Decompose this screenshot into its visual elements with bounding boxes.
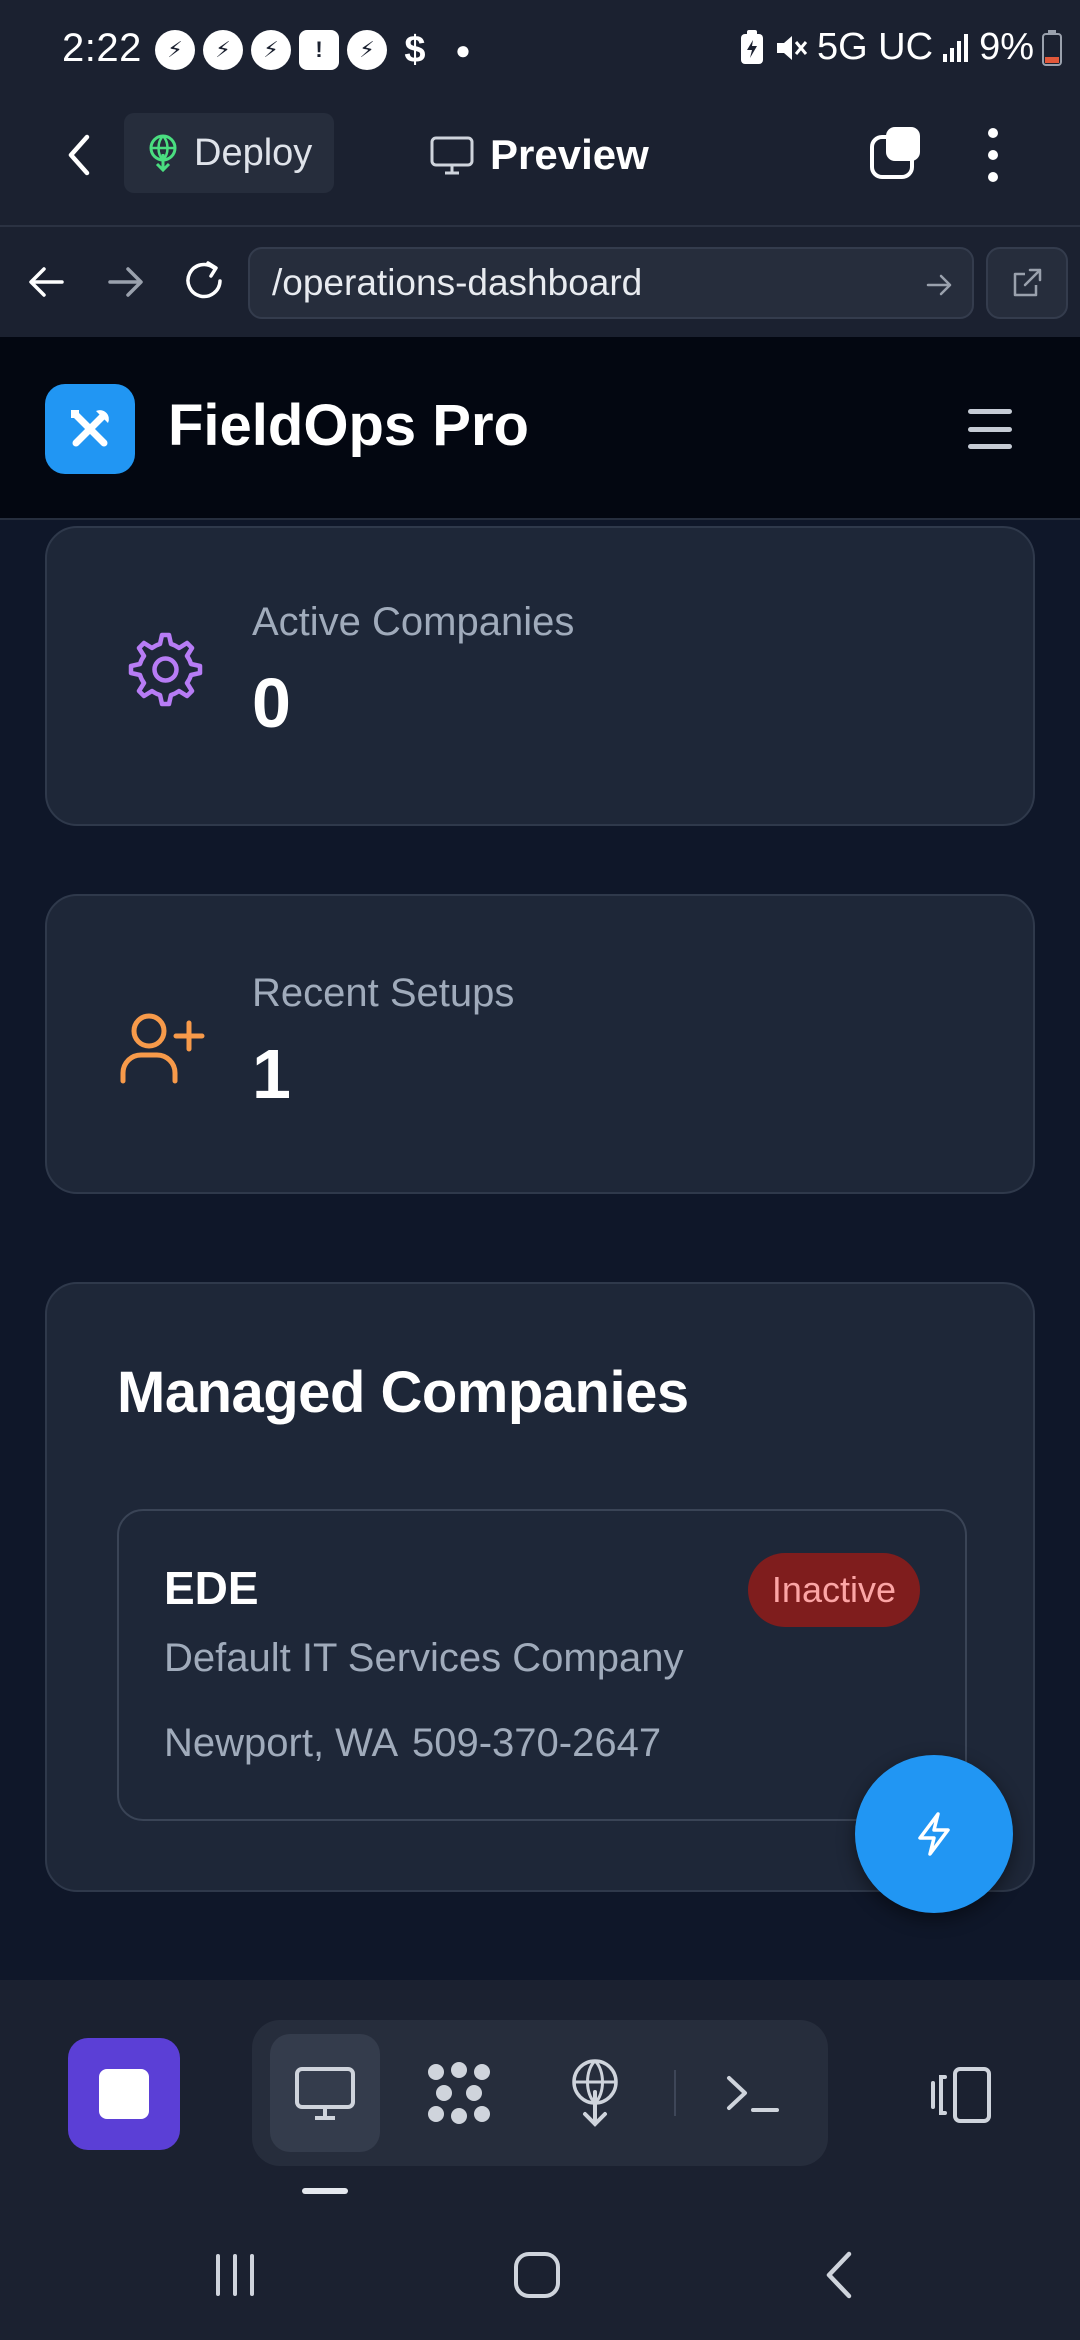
recent-apps-icon [216, 2254, 254, 2296]
grid-dots-icon [428, 2062, 490, 2124]
deploy-button[interactable]: Deploy [124, 113, 334, 193]
system-nav-bar [0, 2200, 1080, 2340]
gear-icon [117, 623, 207, 713]
company-location: Newport, WA [164, 1721, 399, 1765]
status-bar: 2:22 ⚡ ⚡ ⚡ ! ⚡ $ ● 5G UC 9% [0, 0, 1080, 105]
stat-label: Active Companies [252, 600, 575, 644]
home-icon [514, 2252, 560, 2298]
stop-icon [99, 2069, 149, 2119]
back-icon [826, 2251, 852, 2299]
deploy-label: Deploy [194, 131, 313, 174]
app-logo[interactable] [45, 384, 135, 474]
hamburger-menu-button[interactable] [960, 403, 1020, 455]
user-plus-icon [117, 1001, 207, 1091]
site-header: FieldOps Pro [0, 337, 1080, 520]
menu-line [968, 426, 1012, 432]
arrow-right-icon [108, 267, 143, 297]
url-text: /operations-dashboard [272, 262, 643, 303]
chevron-left-icon [68, 134, 90, 176]
status-badge: Inactive [747, 1553, 920, 1627]
status-right: 5G UC 9% [739, 26, 1062, 69]
stat-card-active-companies: Active Companies 0 [45, 526, 1035, 826]
app-toolbar: Deploy Preview [0, 105, 1080, 225]
open-external-button[interactable] [986, 247, 1068, 319]
url-field[interactable]: /operations-dashboard [248, 247, 974, 319]
monitor-icon [295, 2067, 355, 2120]
dot-icon: ● [455, 34, 471, 65]
tools-icon [71, 410, 109, 447]
menu-line [968, 444, 1012, 449]
signal-icon [943, 33, 969, 62]
tabs-button[interactable] [868, 123, 924, 183]
brand-name[interactable]: FieldOps Pro [168, 392, 529, 459]
terminal-icon [727, 2076, 779, 2112]
company-description: Default IT Services Company [164, 1636, 684, 1680]
quick-action-button[interactable] [855, 1755, 1013, 1913]
section-title: Managed Companies [117, 1360, 689, 1425]
device-switch-button[interactable] [920, 2040, 1000, 2150]
tool-monitor-button[interactable] [270, 2034, 380, 2152]
notification-icons: ⚡ ⚡ ⚡ ! ⚡ $ ● [155, 28, 483, 71]
arrow-left-icon [29, 267, 64, 297]
deploy-icon [572, 2059, 618, 2127]
active-tool-indicator [302, 2188, 348, 2194]
lightning-icon [918, 1812, 950, 1856]
alert-icon: ! [299, 30, 339, 70]
status-time: 2:22 [62, 26, 142, 70]
nav-back-button[interactable] [22, 257, 72, 307]
preview-tab[interactable]: Preview [430, 125, 649, 185]
stat-value: 1 [252, 1035, 291, 1113]
messenger-icon: ⚡ [251, 30, 291, 70]
deploy-icon [149, 134, 177, 172]
messenger-icon: ⚡ [155, 30, 195, 70]
stat-label: Recent Setups [252, 971, 515, 1015]
nav-forward-button[interactable] [100, 257, 150, 307]
tool-deploy-button[interactable] [540, 2034, 650, 2152]
stat-value: 0 [252, 664, 291, 742]
external-link-icon [1013, 268, 1042, 297]
messenger-icon: ⚡ [347, 30, 387, 70]
back-button[interactable] [55, 125, 105, 185]
recent-apps-button[interactable] [190, 2230, 280, 2320]
monitor-icon [430, 136, 474, 175]
home-button[interactable] [492, 2230, 582, 2320]
preview-label: Preview [490, 131, 649, 178]
battery-saver-icon [740, 29, 763, 64]
dollar-icon: $ [404, 28, 426, 71]
more-vertical-icon [988, 128, 998, 182]
reload-button[interactable] [178, 255, 230, 307]
menu-line [968, 409, 1012, 414]
system-back-button[interactable] [795, 2230, 885, 2320]
go-arrow-icon[interactable] [924, 271, 954, 299]
tabs-icon [870, 127, 920, 179]
address-bar: /operations-dashboard [0, 225, 1080, 337]
network-label: 5G UC [816, 26, 934, 68]
more-menu-button[interactable] [978, 125, 1008, 185]
stat-card-recent-setups: Recent Setups 1 [45, 894, 1035, 1194]
mute-icon [776, 35, 808, 60]
tool-divider [674, 2070, 676, 2116]
company-item[interactable]: EDE Inactive Default IT Services Company… [117, 1509, 967, 1821]
company-name: EDE [164, 1562, 259, 1614]
company-phone: 509-370-2647 [412, 1721, 662, 1765]
tool-group [252, 2020, 828, 2166]
messenger-icon: ⚡ [203, 30, 243, 70]
reload-icon [186, 261, 222, 299]
tool-grid-button[interactable] [404, 2034, 514, 2152]
devices-icon [931, 2067, 991, 2123]
tool-terminal-button[interactable] [698, 2034, 808, 2152]
bottom-toolbar [0, 1980, 1080, 2200]
stop-button[interactable] [68, 2038, 180, 2150]
battery-percent: 9% [979, 26, 1034, 68]
battery-icon [1042, 29, 1062, 66]
